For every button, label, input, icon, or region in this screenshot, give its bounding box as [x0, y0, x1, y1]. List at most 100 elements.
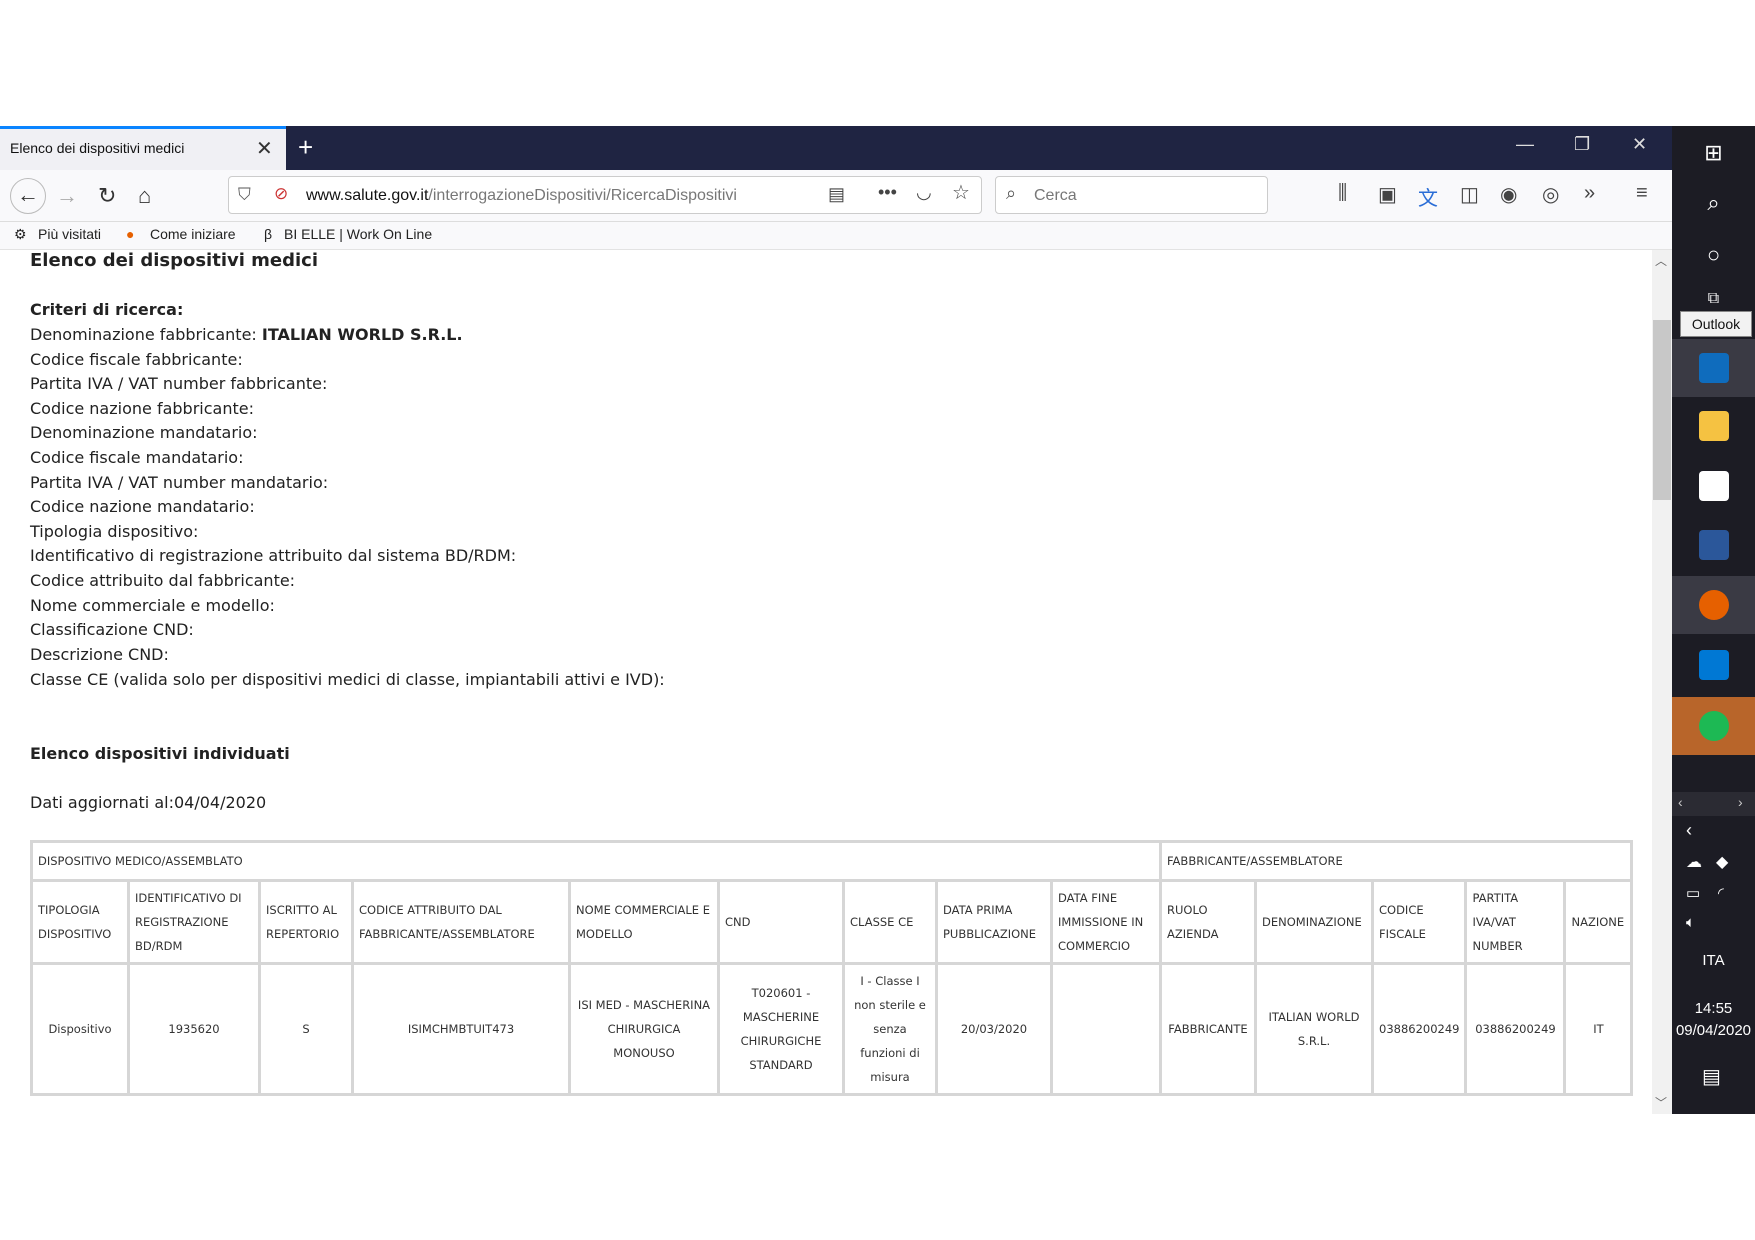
- minimize-icon[interactable]: —: [1516, 134, 1534, 155]
- results-title: Elenco dispositivi individuati: [30, 744, 290, 763]
- search-placeholder[interactable]: Cerca: [1034, 187, 1077, 205]
- mail-icon: [1699, 650, 1729, 680]
- table-cell: IT: [1563, 962, 1634, 1096]
- translate-icon[interactable]: 文: [1418, 182, 1438, 211]
- mail-app[interactable]: [1672, 636, 1755, 694]
- firefox-app[interactable]: [1672, 576, 1755, 634]
- page-margin: [0, 1114, 1672, 1240]
- scroll-up-icon[interactable]: ︿: [1655, 252, 1667, 269]
- bookmarks-toolbar: [0, 222, 1672, 250]
- bookmark-star-icon[interactable]: ☆: [952, 180, 970, 205]
- table-cell: S: [258, 962, 354, 1096]
- criteria-item: Identificativo di registrazione attribui…: [30, 546, 517, 565]
- store-icon: [1699, 471, 1729, 501]
- cortana-icon[interactable]: ○: [1672, 242, 1755, 268]
- criteria-item: Codice fiscale mandatario:: [30, 448, 244, 467]
- store-app[interactable]: [1672, 457, 1755, 515]
- table-cell: FABBRICANTE: [1159, 962, 1257, 1096]
- criteria-item: Classificazione CND:: [30, 620, 194, 639]
- scrollbar-thumb[interactable]: [1653, 320, 1671, 500]
- spotify-app[interactable]: [1672, 697, 1755, 755]
- table-row[interactable]: Dispositivo 1935620 S ISIMCHMBTUIT473 IS…: [30, 962, 1634, 1096]
- outlook-icon: [1699, 353, 1729, 383]
- bookmark-bielle[interactable]: BI ELLE | Work On Line: [284, 226, 432, 242]
- sidebar-icon[interactable]: ◫: [1460, 182, 1479, 207]
- overflow-menu-icon[interactable]: »: [1584, 182, 1595, 205]
- show-hidden-icons[interactable]: ‹: [1686, 820, 1692, 841]
- table-cell: [1050, 962, 1162, 1096]
- more-actions-icon[interactable]: •••: [878, 182, 897, 203]
- notification-center-icon[interactable]: ▤: [1702, 1064, 1721, 1089]
- firefox-icon: ●: [126, 226, 135, 242]
- criteria-item: Codice fiscale fabbricante:: [30, 350, 243, 369]
- insecure-lock-icon[interactable]: ⊘: [274, 184, 288, 204]
- wifi-icon[interactable]: ◜: [1718, 884, 1724, 902]
- restore-icon[interactable]: ❐: [1574, 134, 1590, 155]
- column-header: TIPOLOGIA DISPOSITIVO: [30, 879, 130, 965]
- group-header-manufacturer: FABBRICANTE/ASSEMBLATORE: [1158, 840, 1634, 882]
- column-header: NAZIONE: [1563, 879, 1634, 965]
- pocket-icon[interactable]: ◡: [916, 182, 932, 203]
- table-group-header-row: DISPOSITIVO MEDICO/ASSEMBLATO FABBRICANT…: [30, 840, 1634, 882]
- column-header: IDENTIFICATIVO DI REGISTRAZIONE BD/RDM: [127, 879, 261, 965]
- bookmark-getting-started[interactable]: Come iniziare: [150, 226, 236, 242]
- library-icon[interactable]: ⫼: [1338, 182, 1347, 205]
- clock-date[interactable]: 09/04/2020: [1672, 1022, 1755, 1039]
- windows-start-icon[interactable]: ⊞: [1672, 140, 1755, 166]
- table-cell: ITALIAN WORLD S.R.L.: [1254, 962, 1374, 1096]
- column-header: PARTITA IVA/VAT NUMBER: [1464, 879, 1567, 965]
- file-explorer-app[interactable]: [1672, 397, 1755, 455]
- extension-icon[interactable]: ◉: [1500, 182, 1517, 207]
- column-header: DATA PRIMA PUBBLICAZIONE: [935, 879, 1053, 965]
- reload-button[interactable]: ↻: [98, 183, 116, 209]
- hamburger-menu-icon[interactable]: ≡: [1636, 182, 1648, 205]
- table-cell: 20/03/2020: [935, 962, 1053, 1096]
- language-indicator[interactable]: ITA: [1672, 952, 1755, 969]
- close-window-icon[interactable]: ✕: [1632, 134, 1647, 155]
- clock-time[interactable]: 14:55: [1672, 1000, 1755, 1017]
- outlook-app[interactable]: [1672, 339, 1755, 397]
- task-view-icon[interactable]: ⧉: [1672, 290, 1755, 308]
- account-icon[interactable]: ◎: [1542, 182, 1559, 207]
- word-app[interactable]: [1672, 516, 1755, 574]
- table-header-row: TIPOLOGIA DISPOSITIVO IDENTIFICATIVO DI …: [30, 879, 1634, 965]
- table-cell: 03886200249: [1370, 962, 1468, 1096]
- table-cell: ISIMCHMBTUIT473: [351, 962, 571, 1096]
- criteria-item: Tipologia dispositivo:: [30, 522, 199, 541]
- new-tab-button[interactable]: +: [298, 132, 313, 163]
- gear-icon: ⚙: [14, 226, 27, 242]
- scroll-right-icon[interactable]: ›: [1738, 794, 1743, 810]
- table-cell: 03886200249: [1464, 962, 1567, 1096]
- home-button[interactable]: ⌂: [138, 183, 151, 209]
- tab-title[interactable]: Elenco dei dispositivi medici: [10, 140, 184, 156]
- criteria-item: Descrizione CND:: [30, 645, 169, 664]
- criteria-item: Partita IVA / VAT number fabbricante:: [30, 374, 328, 393]
- volume-icon[interactable]: 🔈︎: [1686, 914, 1695, 931]
- reader-icon[interactable]: ▣: [1378, 182, 1397, 207]
- devices-table: DISPOSITIVO MEDICO/ASSEMBLATO FABBRICANT…: [30, 840, 1634, 1096]
- battery-icon[interactable]: ▭: [1686, 884, 1700, 902]
- table-cell: ISI MED - MASCHERINA CHIRURGICA MONOUSO: [568, 962, 720, 1096]
- close-tab-icon[interactable]: ✕: [256, 136, 273, 161]
- search-icon[interactable]: ⌕: [1672, 190, 1755, 216]
- criteria-title: Criteri di ricerca:: [30, 300, 184, 319]
- criteria-item: Partita IVA / VAT number mandatario:: [30, 473, 329, 492]
- criteria-item: Denominazione fabbricante: ITALIAN WORLD…: [30, 325, 463, 344]
- group-header-device: DISPOSITIVO MEDICO/ASSEMBLATO: [30, 840, 1162, 882]
- criteria-item: Nome commerciale e modello:: [30, 596, 275, 615]
- scroll-down-icon[interactable]: ﹀: [1655, 1094, 1667, 1111]
- shield-icon[interactable]: ⛉: [238, 185, 251, 205]
- bookmark-most-visited[interactable]: Più visitati: [38, 226, 101, 242]
- column-header: CLASSE CE: [842, 879, 938, 965]
- column-header: CODICE FISCALE: [1370, 879, 1468, 965]
- dropbox-icon[interactable]: ◆: [1716, 852, 1728, 872]
- forward-button[interactable]: →: [56, 183, 78, 209]
- scroll-left-icon[interactable]: ‹: [1678, 794, 1683, 810]
- reader-view-icon[interactable]: ▤: [828, 184, 845, 205]
- url-path: /interrogazioneDispositivi/RicercaDispos…: [428, 187, 737, 204]
- criteria-label: Denominazione fabbricante:: [30, 325, 257, 344]
- onedrive-icon[interactable]: ☁: [1686, 852, 1702, 872]
- url-text[interactable]: www.salute.gov.it/interrogazioneDisposit…: [306, 187, 776, 205]
- back-button[interactable]: ←: [10, 178, 46, 214]
- column-header: CODICE ATTRIBUITO DAL FABBRICANTE/ASSEMB…: [351, 879, 571, 965]
